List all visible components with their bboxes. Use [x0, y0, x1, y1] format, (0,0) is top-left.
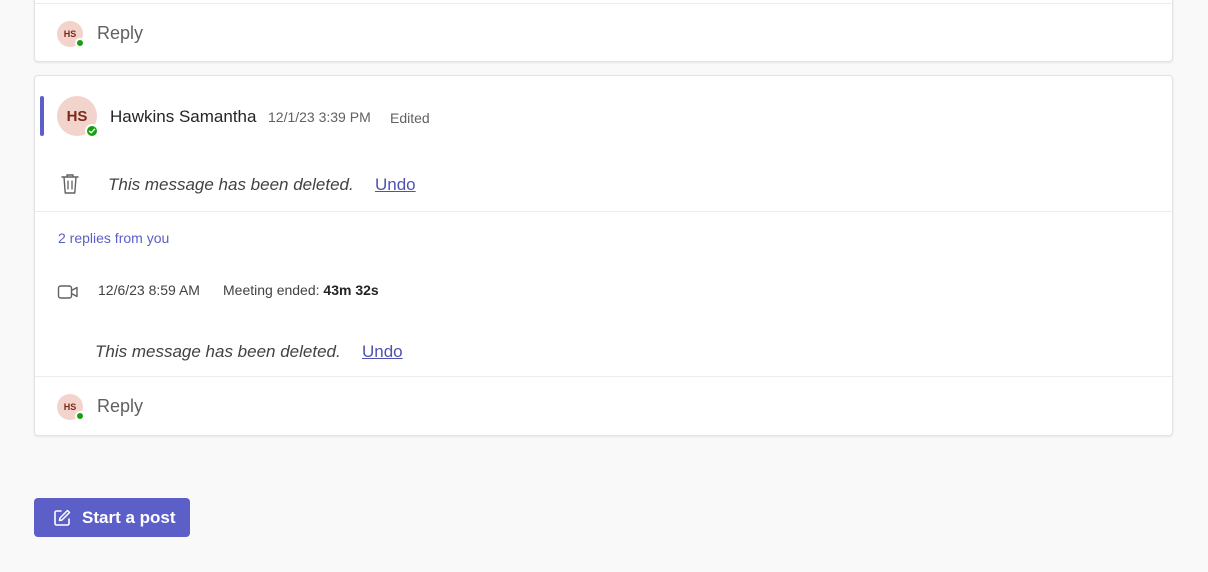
trash-icon — [61, 174, 79, 194]
meeting-timestamp: 12/6/23 8:59 AM — [98, 282, 200, 298]
undo-link[interactable]: Undo — [375, 175, 416, 195]
meeting-duration: 43m 32s — [323, 282, 379, 298]
reply-deleted-message-text: This message has been deleted. — [95, 342, 341, 361]
compose-icon — [54, 509, 71, 526]
start-post-button[interactable]: Start a post — [34, 498, 190, 537]
reply-button[interactable]: Reply — [97, 23, 143, 44]
reply-row[interactable]: HS Reply — [35, 376, 1172, 436]
video-camera-icon — [57, 285, 78, 299]
avatar-initials: HS — [63, 401, 77, 412]
avatar: HS — [57, 393, 85, 421]
meeting-ended-text: Meeting ended: — [223, 282, 320, 298]
thread-card: HS Hawkins Samantha 12/1/23 3:39 PM Edit… — [34, 75, 1173, 436]
divider — [35, 211, 1172, 212]
avatar-initials: HS — [66, 107, 88, 125]
thread-card-previous: HS Reply — [34, 0, 1173, 62]
avatar-initials: HS — [63, 28, 77, 39]
start-post-label: Start a post — [82, 507, 176, 527]
reply-undo-link[interactable]: Undo — [362, 342, 403, 362]
presence-available-icon — [75, 37, 85, 48]
unread-accent-bar — [40, 96, 44, 136]
presence-check-icon — [85, 124, 99, 138]
reply-button[interactable]: Reply — [97, 396, 143, 417]
presence-available-icon — [75, 410, 85, 421]
author-avatar[interactable]: HS — [57, 96, 99, 138]
message-timestamp: 12/1/23 3:39 PM — [268, 109, 371, 125]
replies-link[interactable]: 2 replies from you — [58, 230, 169, 246]
reply-row[interactable]: HS Reply — [35, 3, 1172, 63]
avatar: HS — [57, 20, 85, 48]
meeting-ended-label: Meeting ended: 43m 32s — [223, 282, 379, 298]
edited-label: Edited — [390, 110, 430, 126]
author-name[interactable]: Hawkins Samantha — [110, 107, 256, 127]
deleted-message-text: This message has been deleted. — [108, 175, 354, 194]
